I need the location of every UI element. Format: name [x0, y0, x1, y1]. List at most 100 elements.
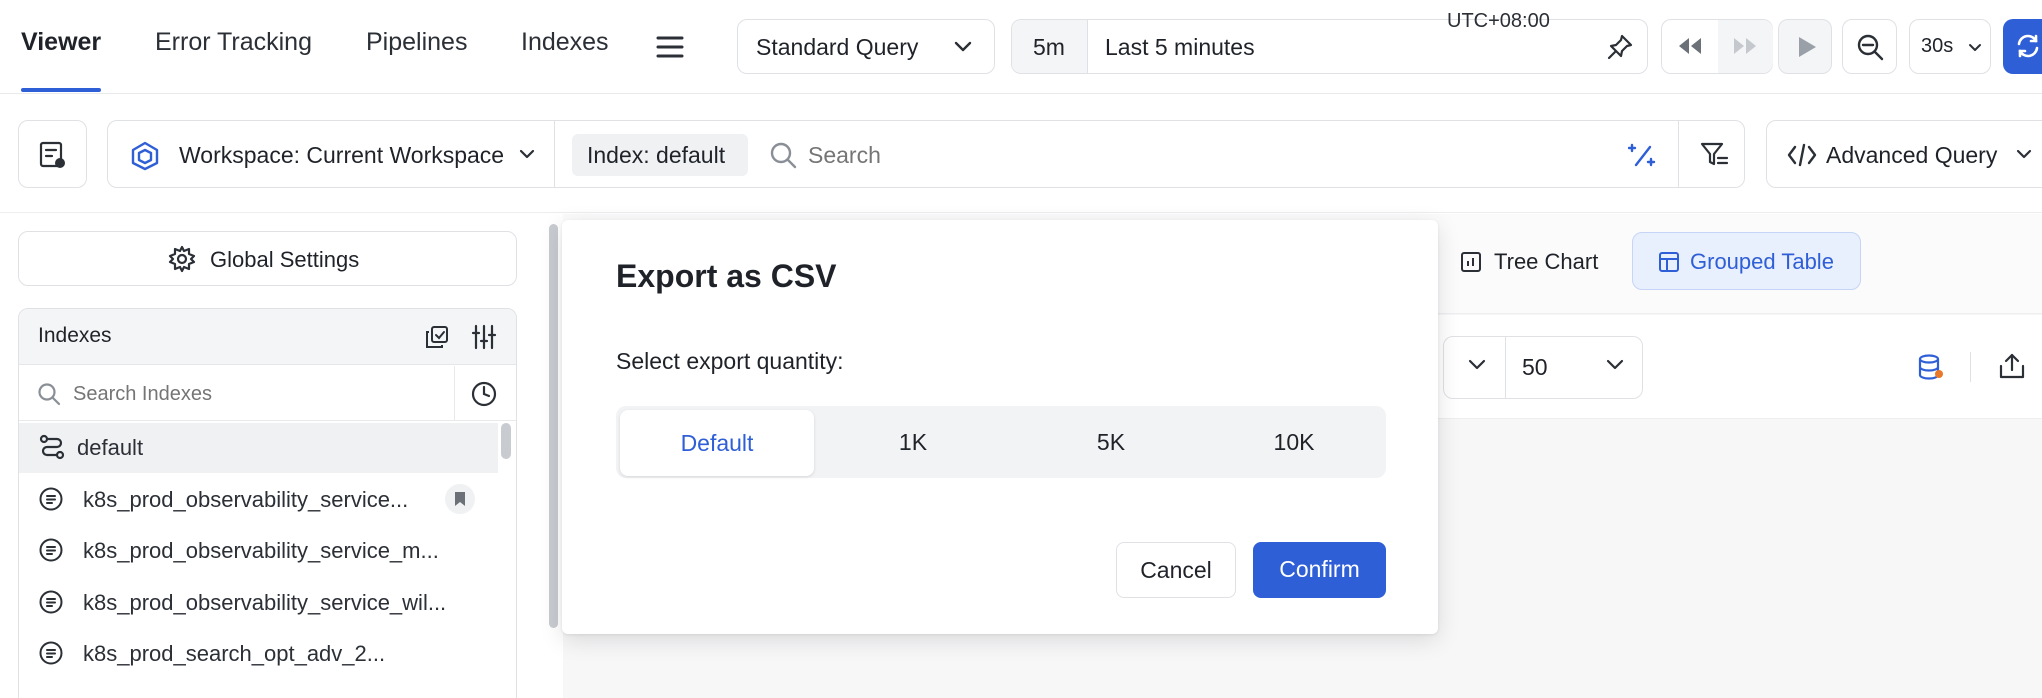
- chevron-down-icon: [1606, 359, 1624, 370]
- divider: [454, 366, 455, 421]
- zoom-out-icon: [1857, 34, 1884, 61]
- chevron-down-icon: [1969, 44, 1981, 51]
- index-search-row: [19, 366, 516, 421]
- table-icon: [1659, 252, 1679, 272]
- divider: [1678, 121, 1679, 187]
- tab-viewer[interactable]: Viewer: [21, 28, 101, 57]
- export-icon[interactable]: [1998, 352, 2026, 380]
- step-forward-button[interactable]: [1718, 20, 1773, 73]
- time-range-short: 5m: [1033, 34, 1065, 60]
- divider: [1970, 352, 1971, 382]
- time-range-label: Last 5 minutes: [1105, 34, 1255, 60]
- index-item-label: k8s_prod_observability_service_wil...: [83, 590, 447, 615]
- indexes-title: Indexes: [38, 324, 112, 347]
- query-mode-value: Standard Query: [756, 34, 919, 60]
- quantity-option-10k[interactable]: 10K: [1199, 406, 1389, 478]
- active-tab-indicator: [21, 88, 101, 92]
- ai-assist-icon[interactable]: [1628, 139, 1658, 169]
- panel-resize-handle[interactable]: [549, 224, 558, 628]
- export-quantity-segmented-control: Default 1K 5K 10K: [616, 406, 1386, 478]
- refresh-interval-value: 30s: [1921, 35, 1954, 57]
- chevron-down-icon: [2016, 149, 2032, 159]
- refresh-interval-select[interactable]: 30s: [1909, 19, 1991, 74]
- global-settings-label: Global Settings: [210, 247, 360, 272]
- cancel-button[interactable]: Cancel: [1116, 542, 1236, 598]
- quantity-option-default[interactable]: Default: [620, 410, 814, 476]
- settings-icon: [168, 245, 196, 273]
- zoom-out-button[interactable]: [1842, 19, 1897, 74]
- play-button[interactable]: [1778, 19, 1832, 74]
- code-icon: [1787, 143, 1817, 167]
- refresh-button[interactable]: [2003, 19, 2042, 74]
- menu-icon[interactable]: [656, 34, 684, 60]
- search-input[interactable]: [808, 135, 1708, 175]
- saved-queries-button[interactable]: [18, 120, 87, 188]
- index-item[interactable]: k8s_prod_observability_service_m...: [19, 526, 499, 576]
- divider: [554, 121, 555, 187]
- global-settings-button[interactable]: Global Settings: [18, 231, 517, 286]
- database-settings-icon[interactable]: [1917, 353, 1945, 381]
- confirm-button[interactable]: Confirm: [1253, 542, 1386, 598]
- time-range-short-button[interactable]: 5m: [1012, 20, 1088, 73]
- list-icon: [39, 538, 63, 562]
- bookmark-icon[interactable]: [445, 484, 475, 514]
- index-search-input[interactable]: [73, 378, 443, 410]
- tab-indexes[interactable]: Indexes: [521, 28, 609, 57]
- list-icon: [39, 641, 63, 665]
- indexes-panel-header: Indexes: [19, 309, 516, 365]
- index-item[interactable]: k8s_prod_observability_service_wil...: [19, 578, 499, 628]
- export-csv-dialog: Export as CSV Select export quantity: De…: [562, 220, 1438, 634]
- indexes-panel: Indexes default k8s_prod_observability_s…: [18, 308, 517, 698]
- index-item[interactable]: k8s_prod_observability_service...: [19, 475, 499, 525]
- divider: [1505, 337, 1506, 398]
- advanced-query-button[interactable]: Advanced Query: [1766, 120, 2042, 188]
- advanced-query-label: Advanced Query: [1826, 142, 1998, 168]
- workspace-select[interactable]: Workspace: Current Workspace: [179, 142, 504, 169]
- workspace-icon: [130, 141, 160, 171]
- index-filter-chip[interactable]: Index: default: [572, 134, 748, 176]
- list-icon: [39, 590, 63, 614]
- index-item-label: k8s_prod_search_opt_adv_2...: [83, 641, 386, 666]
- search-icon: [38, 383, 61, 406]
- search-toolbar: Workspace: Current Workspace Index: defa…: [0, 95, 2042, 213]
- chevron-down-icon: [954, 40, 972, 54]
- time-range-picker[interactable]: 5m Last 5 minutes: [1011, 19, 1648, 74]
- time-step-group: [1661, 19, 1773, 74]
- copy-icon[interactable]: [425, 325, 449, 349]
- index-item-default[interactable]: default: [19, 423, 498, 473]
- filter-settings-icon[interactable]: [1699, 140, 1729, 170]
- index-item-label: k8s_prod_observability_service_m...: [83, 538, 439, 563]
- chevron-down-icon: [519, 149, 535, 159]
- pin-icon[interactable]: [1606, 33, 1634, 61]
- history-icon: [471, 381, 497, 407]
- tree-chart-label: Tree Chart: [1494, 249, 1599, 274]
- tree-chart-icon: [1461, 252, 1481, 272]
- route-icon: [39, 434, 65, 460]
- index-list-scrollbar[interactable]: [501, 423, 511, 459]
- index-list: default k8s_prod_observability_service..…: [19, 423, 516, 698]
- index-chip-label: Index: default: [587, 142, 726, 168]
- grouped-table-tab[interactable]: Grouped Table: [1632, 232, 1861, 290]
- refresh-icon: [2017, 34, 2039, 58]
- page-size-value: 50: [1522, 354, 1548, 380]
- page-size-select[interactable]: 50: [1443, 336, 1643, 399]
- dialog-title: Export as CSV: [616, 258, 837, 294]
- tab-pipelines[interactable]: Pipelines: [366, 28, 467, 57]
- index-item[interactable]: k8s_prod_search_opt_adv_2...: [19, 629, 499, 679]
- export-quantity-label: Select export quantity:: [616, 348, 844, 374]
- index-item-label: k8s_prod_observability_service...: [83, 487, 409, 512]
- sliders-icon[interactable]: [471, 324, 497, 350]
- quantity-option-1k[interactable]: 1K: [818, 406, 1008, 478]
- search-icon: [770, 142, 797, 169]
- list-icon: [39, 487, 63, 511]
- grouped-table-label: Grouped Table: [1690, 249, 1834, 274]
- timezone-label: UTC+08:00: [1447, 10, 1550, 32]
- step-back-button[interactable]: [1662, 20, 1717, 73]
- query-mode-select[interactable]: Standard Query: [737, 19, 995, 74]
- quantity-option-5k[interactable]: 5K: [1016, 406, 1206, 478]
- search-bar: Workspace: Current Workspace Index: defa…: [107, 120, 1745, 188]
- top-navigation-bar: Viewer Error Tracking Pipelines Indexes …: [0, 0, 2042, 94]
- index-item-label: default: [77, 435, 144, 460]
- left-sidebar: Global Settings Indexes default: [0, 214, 563, 698]
- tab-error-tracking[interactable]: Error Tracking: [155, 28, 312, 57]
